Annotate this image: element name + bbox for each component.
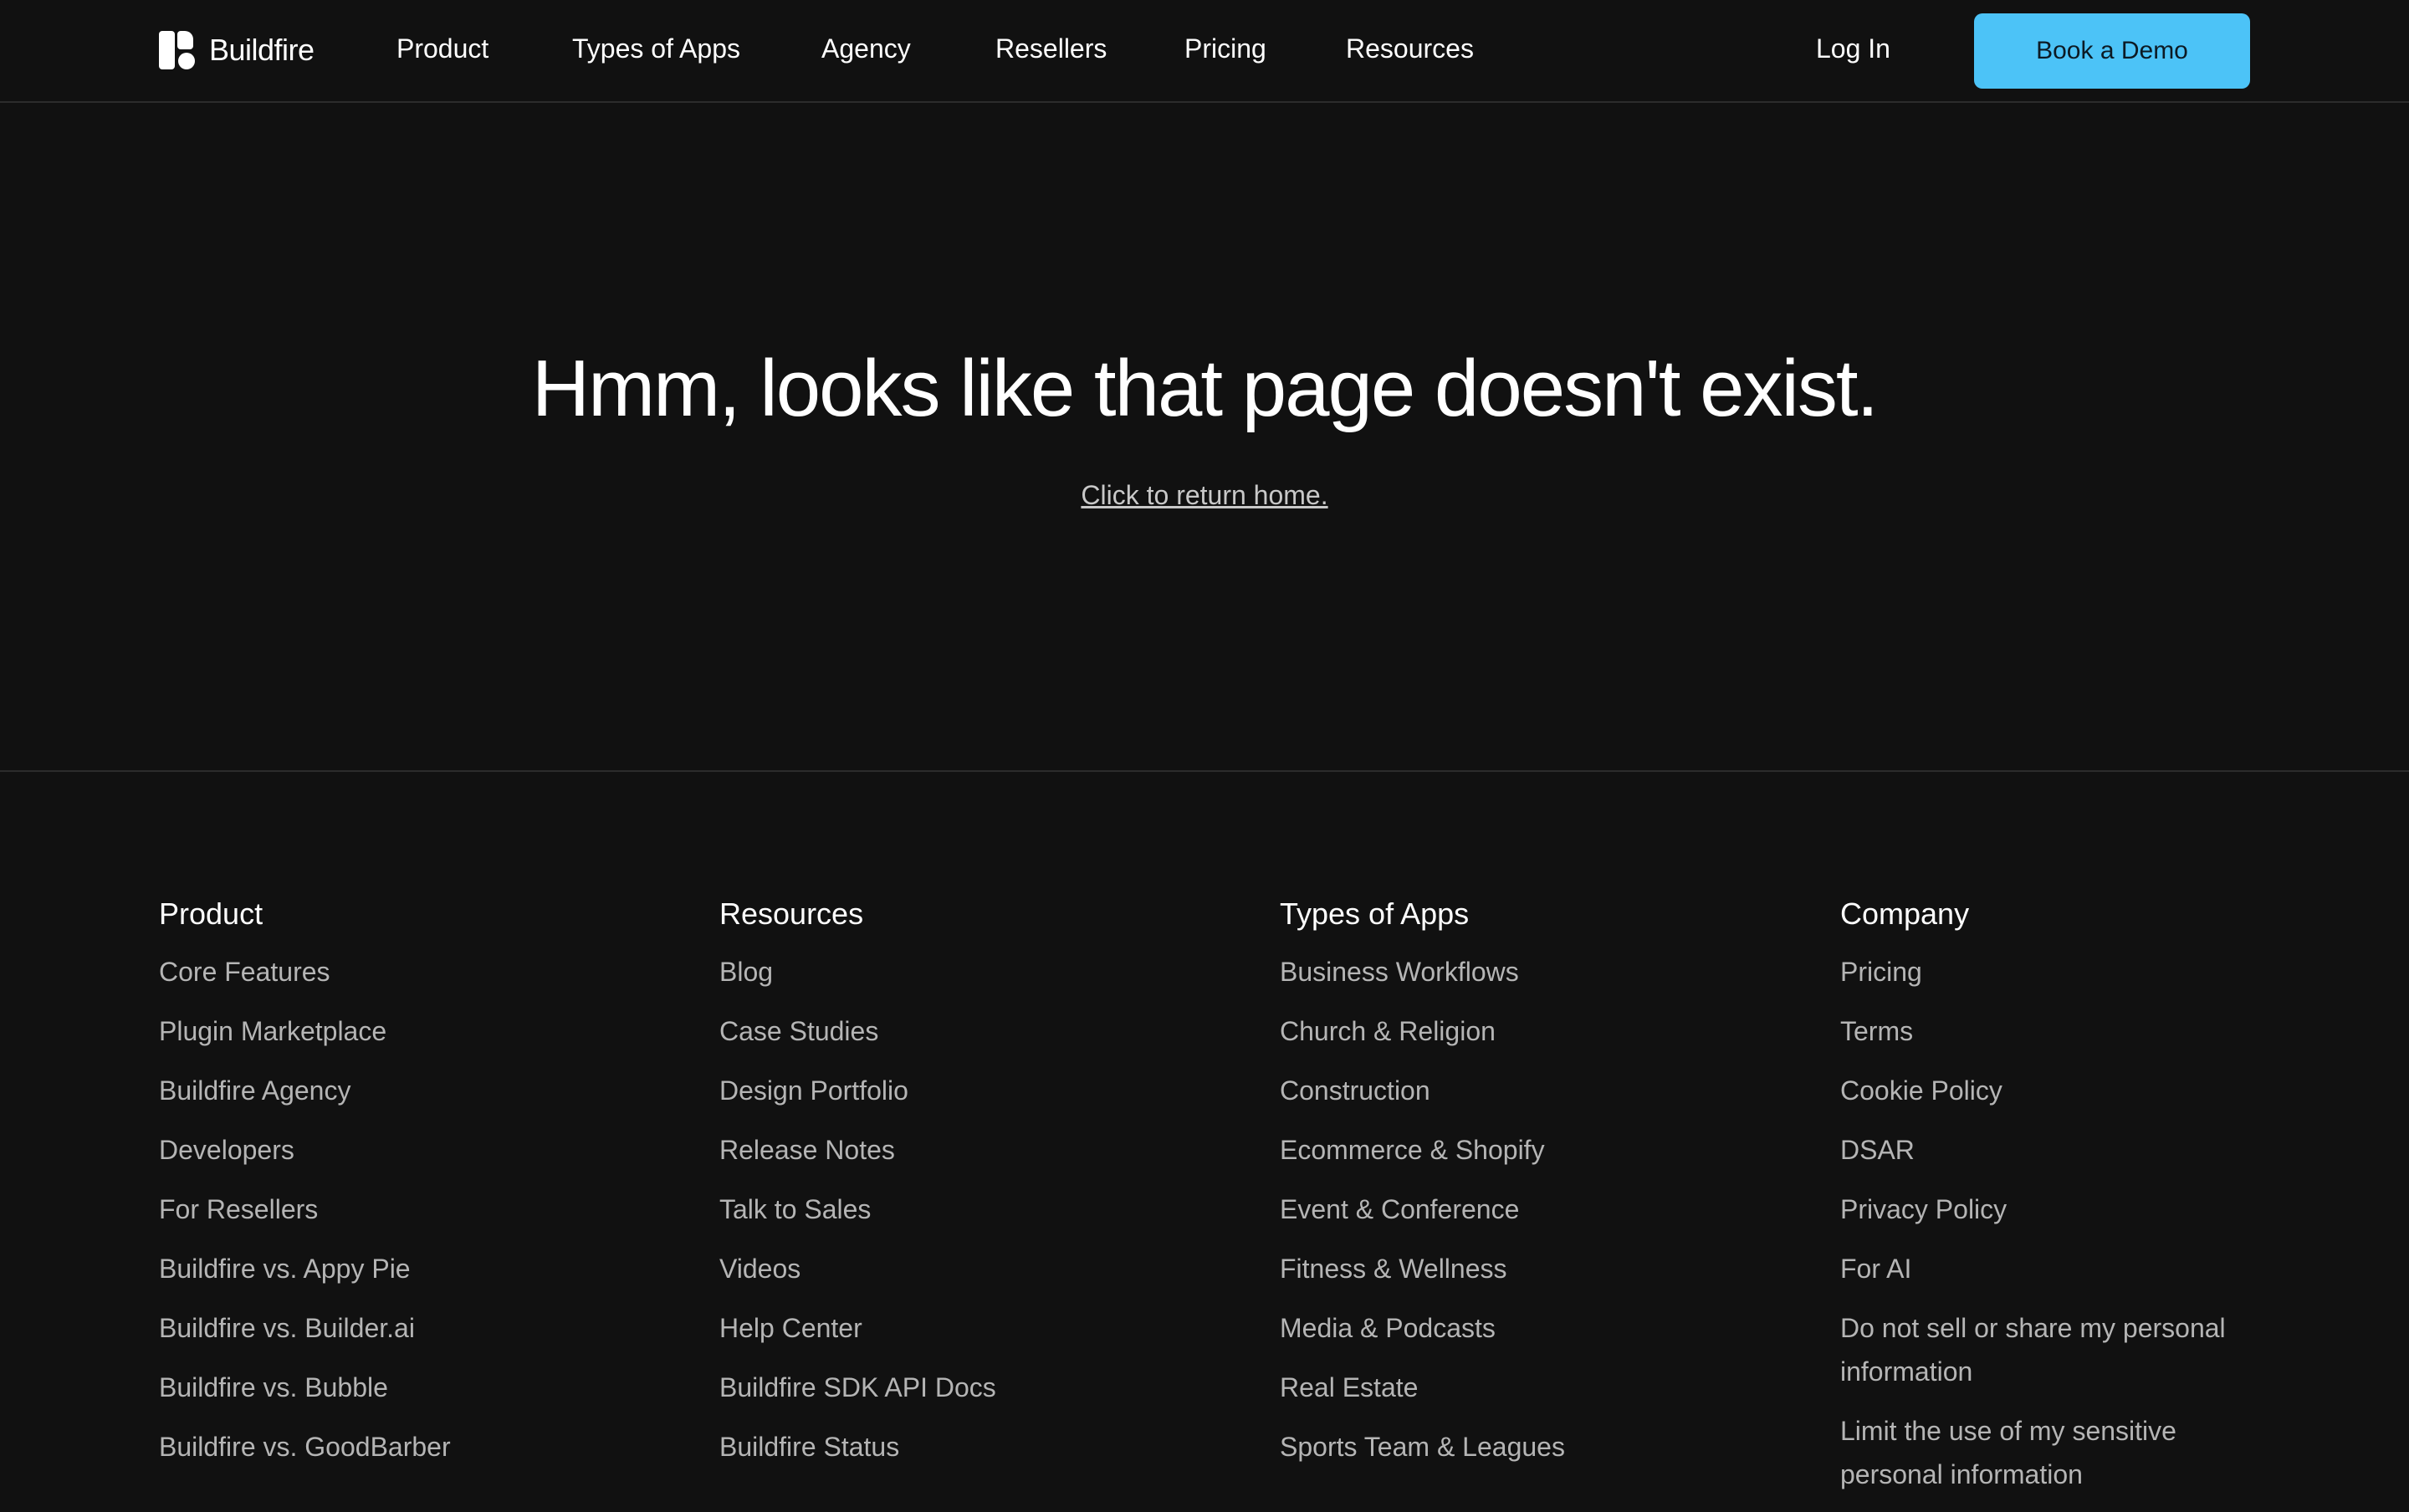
footer-link[interactable]: Case Studies xyxy=(719,1009,1154,1053)
nav-link-product[interactable]: Product xyxy=(396,33,488,64)
footer-link[interactable]: Videos xyxy=(719,1247,1154,1290)
footer-link[interactable]: For AI xyxy=(1840,1247,2250,1290)
buildfire-logo[interactable]: Buildfire xyxy=(159,30,315,70)
footer-link[interactable]: Core Features xyxy=(159,950,594,994)
footer-link[interactable]: Business Workflows xyxy=(1280,950,1715,994)
footer-link[interactable]: Terms xyxy=(1840,1009,2250,1053)
footer-link[interactable]: Church & Religion xyxy=(1280,1009,1715,1053)
footer-column-title: Resources xyxy=(719,896,864,931)
footer-column-title: Company xyxy=(1840,896,1970,931)
page-title: Hmm, looks like that page doesn't exist. xyxy=(531,344,1879,433)
footer-column-title: Product xyxy=(159,896,263,931)
nav-link-agency[interactable]: Agency xyxy=(821,33,911,64)
footer-link[interactable]: Talk to Sales xyxy=(719,1188,1154,1231)
footer-link[interactable]: Ecommerce & Shopify xyxy=(1280,1128,1715,1172)
nav-link-types-of-apps[interactable]: Types of Apps xyxy=(572,33,740,64)
footer-column-resources: Resources Blog Case Studies Design Portf… xyxy=(719,895,1154,1484)
footer-link[interactable]: Media & Podcasts xyxy=(1280,1306,1715,1350)
footer-link[interactable]: Pricing xyxy=(1840,950,2250,994)
footer-link[interactable]: Buildfire vs. Bubble xyxy=(159,1366,594,1409)
footer-link[interactable]: Buildfire Agency xyxy=(159,1069,594,1112)
footer-link[interactable]: Real Estate xyxy=(1280,1366,1715,1409)
footer-link[interactable]: Release Notes xyxy=(719,1128,1154,1172)
footer-link[interactable]: Event & Conference xyxy=(1280,1188,1715,1231)
buildfire-logo-icon xyxy=(159,31,196,69)
section-divider xyxy=(0,770,2409,772)
brand-name: Buildfire xyxy=(209,33,315,67)
return-home-link[interactable]: Click to return home. xyxy=(0,480,2409,511)
footer-link[interactable]: Buildfire vs. Appy Pie xyxy=(159,1247,594,1290)
nav-link-resellers[interactable]: Resellers xyxy=(995,33,1107,64)
nav-link-resources[interactable]: Resources xyxy=(1346,33,1474,64)
footer-link[interactable]: Blog xyxy=(719,950,1154,994)
top-navbar: Buildfire Product Types of Apps Agency R… xyxy=(0,0,2409,103)
footer-link[interactable]: Do not sell or share my personal informa… xyxy=(1840,1306,2250,1393)
footer-link[interactable]: Buildfire vs. GoodBarber xyxy=(159,1425,594,1469)
footer-link[interactable]: Sports Team & Leagues xyxy=(1280,1425,1715,1469)
footer-column-company: Company Pricing Terms Cookie Policy DSAR… xyxy=(1840,895,2250,1512)
footer-link[interactable]: Privacy Policy xyxy=(1840,1188,2250,1231)
footer-link[interactable]: Plugin Marketplace xyxy=(159,1009,594,1053)
footer-link[interactable]: Help Center xyxy=(719,1306,1154,1350)
footer-column-title: Types of Apps xyxy=(1280,896,1470,931)
footer-link[interactable]: Fitness & Wellness xyxy=(1280,1247,1715,1290)
footer-link[interactable]: Developers xyxy=(159,1128,594,1172)
footer-link[interactable]: For Resellers xyxy=(159,1188,594,1231)
footer-link[interactable]: Cookie Policy xyxy=(1840,1069,2250,1112)
nav-link-pricing[interactable]: Pricing xyxy=(1184,33,1266,64)
footer-link[interactable]: Limit the use of my sensitive personal i… xyxy=(1840,1409,2250,1496)
book-demo-button[interactable]: Book a Demo xyxy=(1974,13,2250,89)
footer-link[interactable]: Buildfire vs. Builder.ai xyxy=(159,1306,594,1350)
footer-link[interactable]: Buildfire SDK API Docs xyxy=(719,1366,1154,1409)
footer-column-product: Product Core Features Plugin Marketplace… xyxy=(159,895,594,1484)
footer-link[interactable]: Design Portfolio xyxy=(719,1069,1154,1112)
footer-link[interactable]: Construction xyxy=(1280,1069,1715,1112)
login-link[interactable]: Log In xyxy=(1816,33,1890,64)
footer-column-types-of-apps: Types of Apps Business Workflows Church … xyxy=(1280,895,1715,1484)
footer-link[interactable]: DSAR xyxy=(1840,1128,2250,1172)
footer-link[interactable]: Buildfire Status xyxy=(719,1425,1154,1469)
